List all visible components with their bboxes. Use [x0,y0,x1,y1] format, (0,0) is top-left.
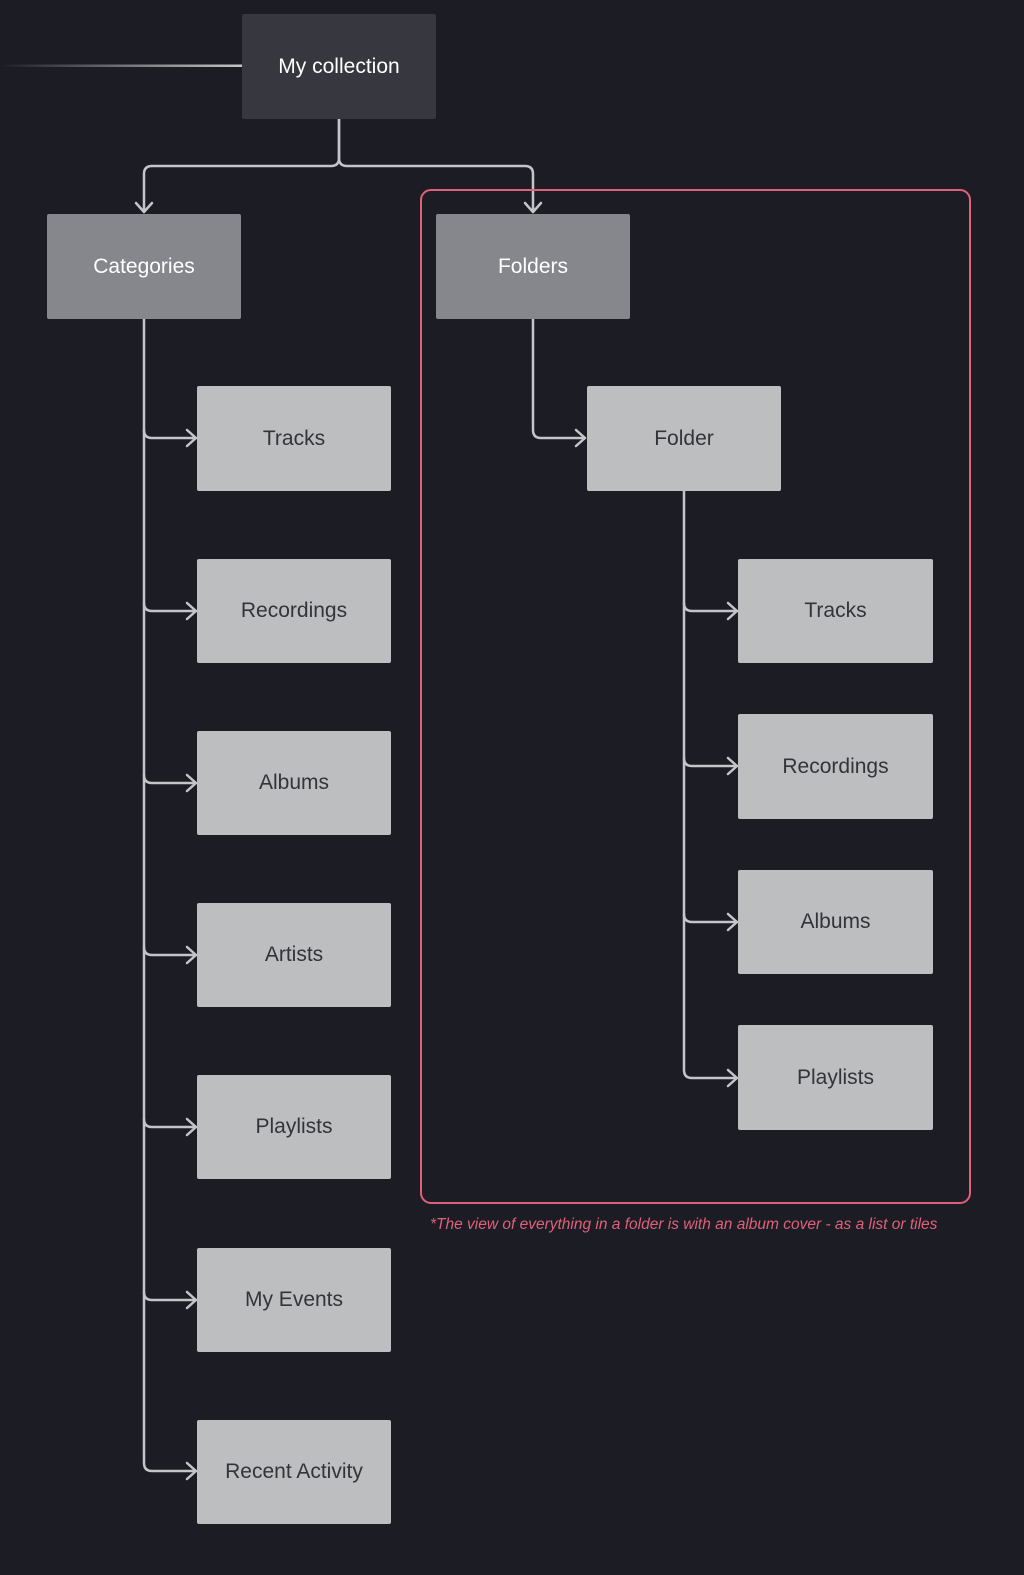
category-recent-activity[interactable]: Recent Activity [197,1420,391,1524]
folder-albums[interactable]: Albums [738,870,933,974]
category-tracks[interactable]: Tracks [197,386,391,491]
node-folder[interactable]: Folder [587,386,781,491]
incoming-connector [0,64,242,67]
category-playlists[interactable]: Playlists [197,1075,391,1179]
categories-branches [142,428,198,1481]
category-recordings[interactable]: Recordings [197,559,391,663]
folder-tracks[interactable]: Tracks [738,559,933,663]
node-folders[interactable]: Folders [436,214,630,319]
folder-recordings[interactable]: Recordings [738,714,933,819]
category-artists[interactable]: Artists [197,903,391,1007]
node-categories[interactable]: Categories [47,214,241,319]
category-albums[interactable]: Albums [197,731,391,835]
folder-playlists[interactable]: Playlists [738,1025,933,1130]
category-my-events[interactable]: My Events [197,1248,391,1352]
folder-view-note: *The view of everything in a folder is w… [430,1216,938,1233]
node-my-collection[interactable]: My collection [242,14,436,119]
categories-spine [142,317,198,1473]
connector-root-to-categories [142,117,341,214]
